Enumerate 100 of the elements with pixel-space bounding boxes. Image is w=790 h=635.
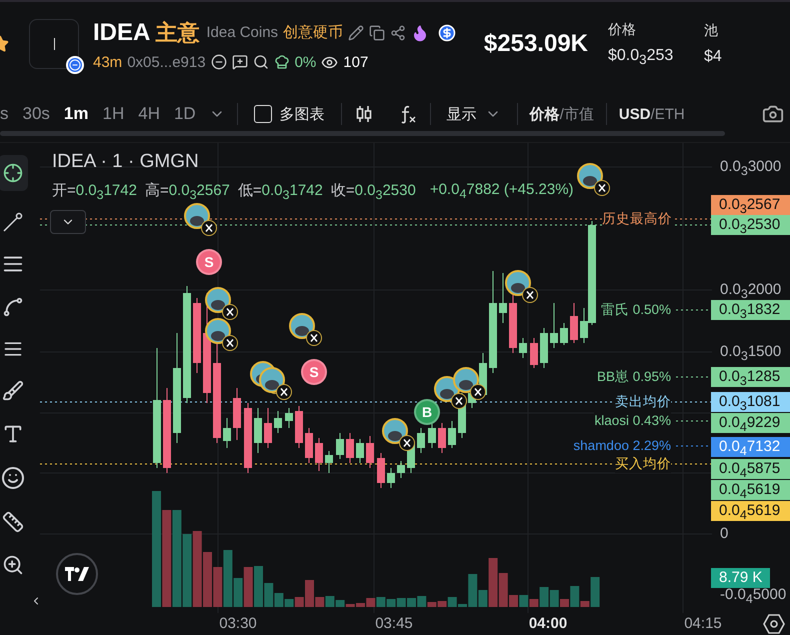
price-tick: 0 xyxy=(720,524,728,544)
candle xyxy=(356,438,364,464)
volume-bar xyxy=(213,567,222,607)
price-tick: 0.0$_{3}$2000 xyxy=(720,280,782,303)
brush-icon[interactable] xyxy=(2,380,24,402)
text-icon[interactable] xyxy=(2,423,24,445)
price-tag: 0.0$_{3}$1081 xyxy=(711,392,790,412)
candle xyxy=(233,388,241,440)
ohlc-value: 0.0$_{3}$2567 xyxy=(168,182,230,199)
interval-tab[interactable]: 30s xyxy=(16,104,57,124)
price-tag: 0.0$_{3}$1285 xyxy=(711,367,790,387)
currency-option[interactable]: USD xyxy=(618,106,651,122)
scrollbar[interactable] xyxy=(0,131,725,136)
price-tag: 0.0$_{4}$9229 xyxy=(711,413,790,433)
ohlc-value: 0.0$_{3}$1742 xyxy=(262,182,323,199)
interval-tab[interactable]: s xyxy=(0,104,16,124)
price-tag: 0.0$_{4}$5619 xyxy=(711,501,790,521)
buy-marker[interactable]: B xyxy=(414,399,440,425)
settings-icon[interactable] xyxy=(763,614,785,634)
candle xyxy=(560,322,568,346)
interval-tab[interactable]: 1H xyxy=(96,104,132,124)
candle xyxy=(285,408,293,428)
price-line-label: 历史最高价 xyxy=(602,210,672,228)
ohlc-value: 0.0$_{3}$1742 xyxy=(76,182,137,199)
copy-icon[interactable] xyxy=(369,24,386,40)
ruler-icon[interactable] xyxy=(2,511,24,533)
chain-badge-icon xyxy=(66,56,84,74)
zoom-in-icon[interactable] xyxy=(2,554,24,576)
price-line-label: 买入均价 xyxy=(615,455,671,473)
time-tick: 04:15 xyxy=(683,615,723,632)
search-icon[interactable] xyxy=(252,54,269,70)
candle xyxy=(417,428,425,454)
price-tick: 0.0$_{3}$1500 xyxy=(720,342,782,365)
chef-hat-icon xyxy=(274,54,290,70)
candle xyxy=(244,402,252,474)
sell-marker[interactable]: S xyxy=(301,359,327,385)
candle xyxy=(295,406,303,448)
candle xyxy=(397,460,405,478)
candle xyxy=(274,410,282,434)
currency-option[interactable]: ETH xyxy=(654,106,685,122)
ohlc-label: 低= xyxy=(238,182,262,199)
price-tag: 0.0$_{3}$2530 xyxy=(711,215,790,235)
trend-line-icon[interactable] xyxy=(3,212,23,232)
edit-icon[interactable] xyxy=(348,24,364,40)
smiley-icon[interactable] xyxy=(1,466,25,490)
candle xyxy=(550,302,558,348)
tradingview-logo[interactable] xyxy=(56,553,98,595)
price-tag: 0.0$_{4}$7132 xyxy=(711,437,790,457)
ohlc-label: 开= xyxy=(52,182,76,199)
market-value-option[interactable]: 市值 xyxy=(564,104,594,124)
stat-value: $4 xyxy=(704,48,723,66)
nodes-icon[interactable] xyxy=(2,296,24,318)
volume-bar xyxy=(203,552,212,607)
dollar-coin-icon[interactable] xyxy=(438,24,456,42)
candle xyxy=(499,272,507,324)
candle xyxy=(448,420,456,448)
interval-tab[interactable]: 4H xyxy=(131,104,167,124)
interval-tab[interactable]: 1m xyxy=(56,104,96,124)
holder-share: 0% xyxy=(294,54,316,70)
display-dropdown[interactable]: 显示 xyxy=(442,104,505,124)
avatar-icon xyxy=(184,203,210,229)
volume-bar xyxy=(396,598,406,607)
crosshair-icon xyxy=(3,163,23,183)
price-mode-option[interactable]: 价格 xyxy=(530,104,560,124)
interval-tab[interactable]: 1D xyxy=(166,104,203,124)
x-badge-icon xyxy=(222,304,238,320)
message-icon[interactable] xyxy=(232,54,248,70)
multi-chart-toggle[interactable]: 多图表 xyxy=(250,104,329,124)
x-badge-icon xyxy=(201,220,217,236)
share-icon[interactable] xyxy=(390,24,406,40)
candlestick-icon[interactable] xyxy=(354,104,374,124)
avatar-icon xyxy=(382,418,408,444)
volume-bar xyxy=(376,597,386,607)
candle xyxy=(254,408,262,454)
chart-title: IDEA · 1 · GMGN xyxy=(52,151,199,173)
price-tag: 0.0$_{3}$1832 xyxy=(711,300,790,320)
checkbox[interactable] xyxy=(254,105,272,123)
stat-label: 池 xyxy=(704,22,719,40)
candle xyxy=(325,450,333,474)
ohlc-label: 收= xyxy=(330,182,355,199)
candle xyxy=(264,408,272,448)
price-tag: 0.0$_{4}$5875 xyxy=(711,459,790,479)
minus-circle-icon[interactable] xyxy=(210,54,227,70)
price-tag: 0.0$_{4}$5619 xyxy=(711,480,790,500)
crosshair-tool[interactable] xyxy=(0,155,28,191)
time-tick: 04:00 xyxy=(528,615,568,632)
price-tag: 8.79 K xyxy=(711,568,770,588)
market-cap: $253.09K xyxy=(484,30,588,58)
stat-value: $0.0$_{3}$253 xyxy=(608,46,674,68)
token-symbol: IDEA xyxy=(93,18,150,46)
candle xyxy=(438,422,446,454)
candle xyxy=(428,422,436,448)
sell-marker[interactable]: S xyxy=(196,249,222,275)
view-count: 107 xyxy=(343,54,368,70)
candle xyxy=(570,302,578,344)
x-badge-icon xyxy=(470,384,486,400)
camera-icon[interactable] xyxy=(762,103,784,125)
contract-address[interactable]: 0x05...e913 xyxy=(127,54,206,70)
candle xyxy=(346,432,354,464)
candle xyxy=(223,418,231,448)
